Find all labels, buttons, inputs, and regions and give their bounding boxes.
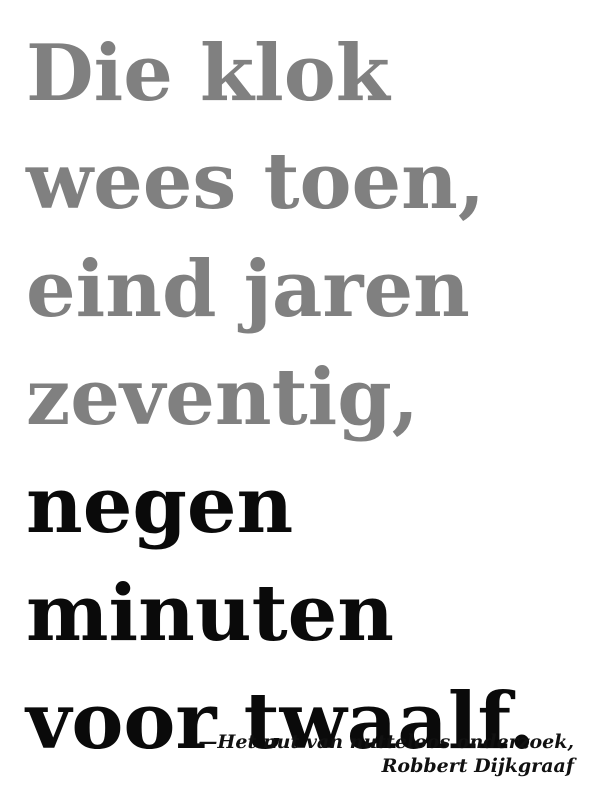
quote-line-3: eind jaren <box>26 244 470 335</box>
quote-line-6: minuten <box>26 568 394 659</box>
quote-line-1: Die klok <box>26 28 390 119</box>
quote-block: Die klok wees toen, eind jaren zeventig,… <box>26 20 586 776</box>
quote-line-2: wees toen, <box>26 136 486 227</box>
attribution: —Het nut van nutteloos onderzoek, Robber… <box>198 730 574 778</box>
attribution-author: Robbert Dijkgraaf <box>381 755 574 777</box>
attribution-source: —Het nut van nutteloos onderzoek, <box>198 731 574 753</box>
quote-line-5: negen <box>26 460 294 551</box>
quote-line-4: zeventig, <box>26 352 419 443</box>
